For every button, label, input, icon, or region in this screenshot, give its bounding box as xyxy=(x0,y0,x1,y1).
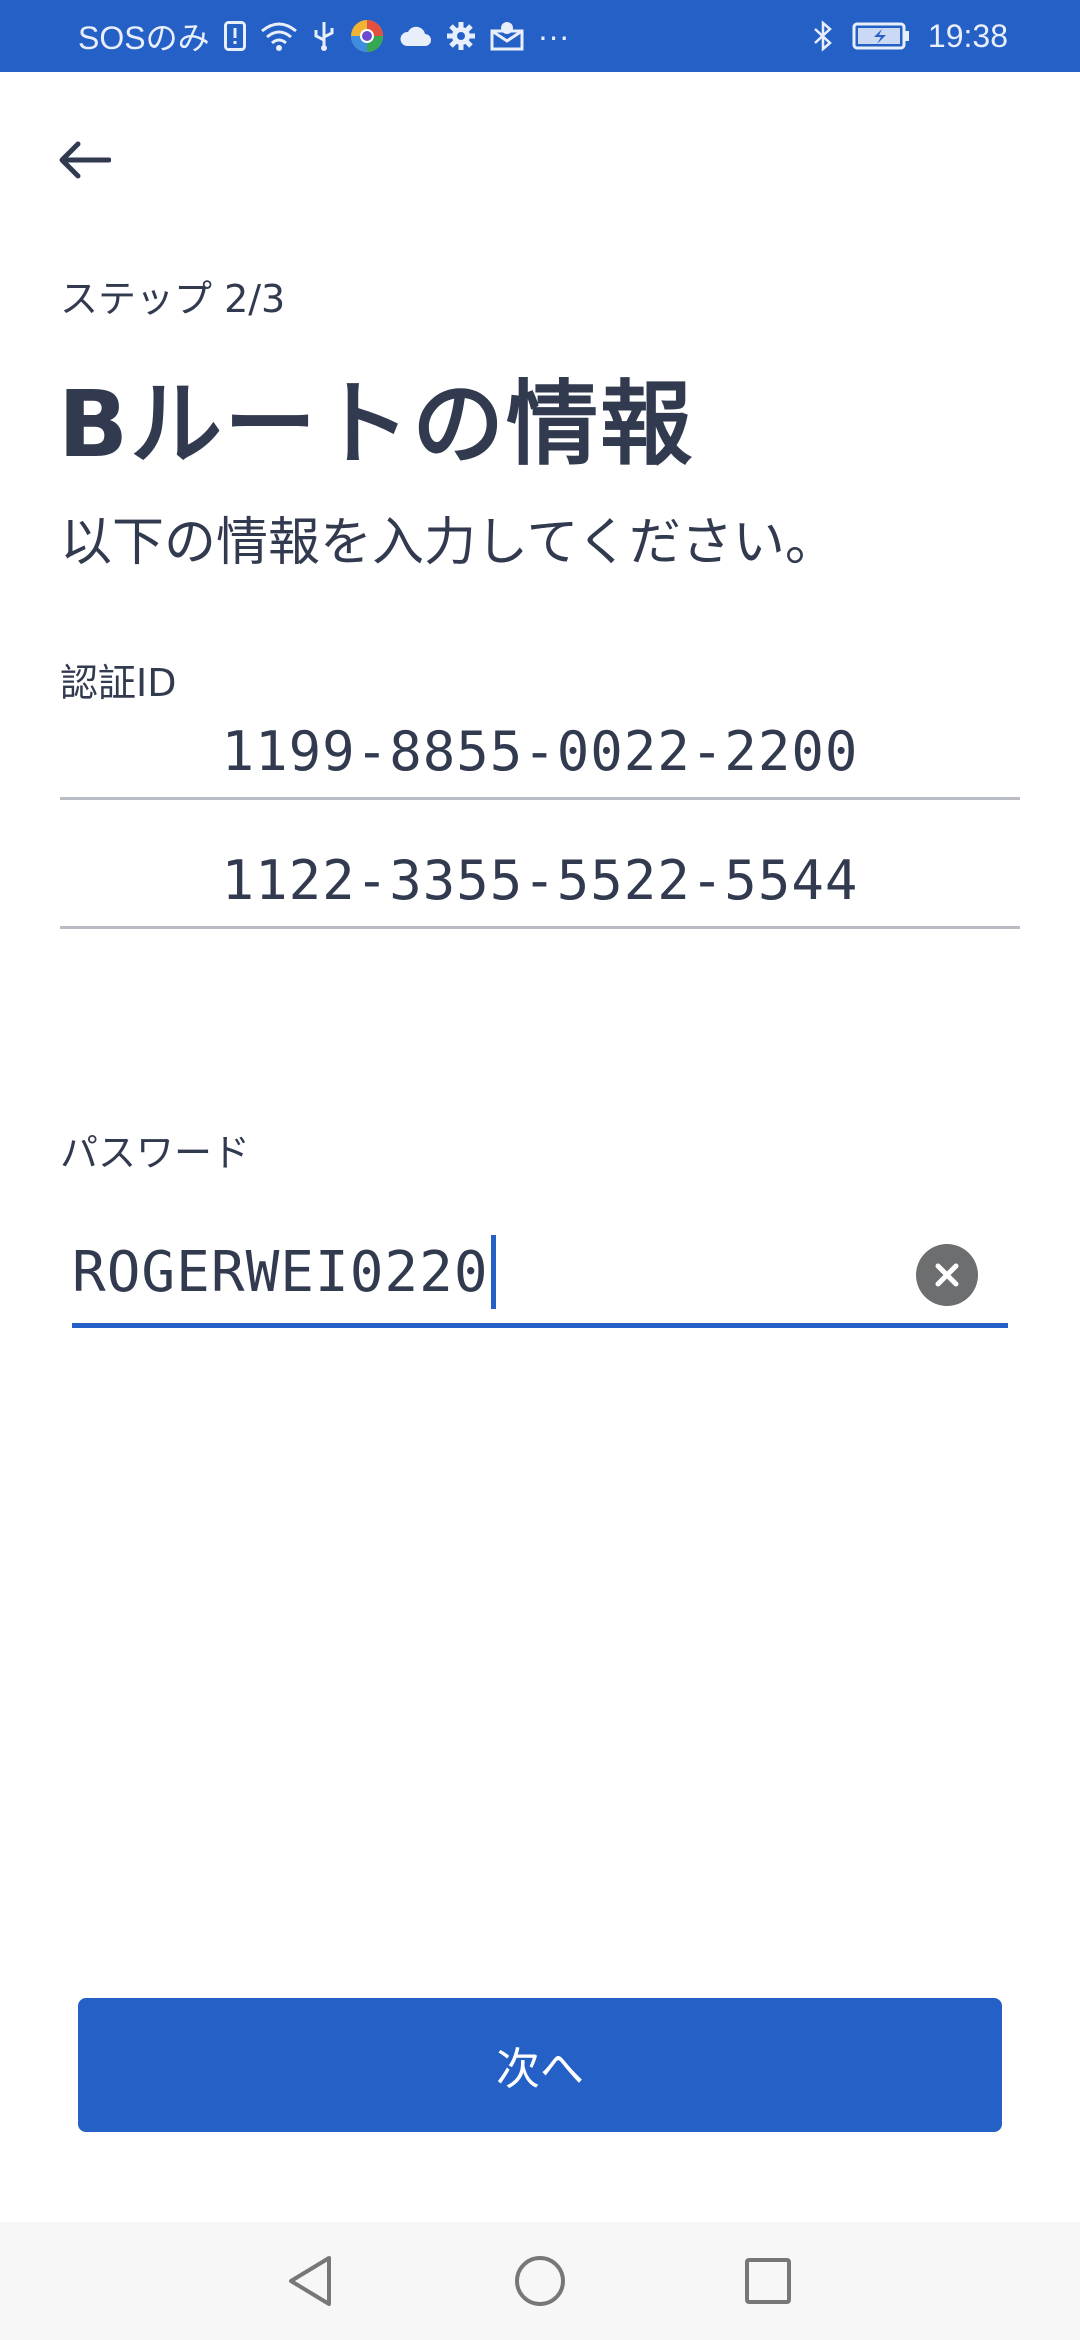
auth-id-value: 1122-3355-5522-5544 xyxy=(221,849,859,912)
auth-id-field-1[interactable]: 1199-8855-0022-2200 xyxy=(60,692,1020,800)
nav-recents-button[interactable] xyxy=(708,2222,828,2340)
system-nav-bar xyxy=(0,2222,1080,2340)
settings-gear-icon xyxy=(446,21,476,51)
arrow-left-icon xyxy=(59,141,111,179)
clock-time: 19:38 xyxy=(927,17,1008,54)
clear-password-button[interactable] xyxy=(916,1244,978,1306)
cloud-icon xyxy=(398,24,432,48)
wifi-icon xyxy=(260,21,298,51)
password-input[interactable]: ROGERWEI0220 xyxy=(72,1200,1008,1328)
status-bar-left: SOSのみ ··· xyxy=(78,0,570,72)
circle-home-icon xyxy=(515,2256,565,2306)
mail-notification-icon xyxy=(490,21,524,51)
usb-icon xyxy=(312,20,336,52)
password-value: ROGERWEI0220 xyxy=(72,1239,489,1305)
app-color-icon xyxy=(350,19,384,53)
nav-home-button[interactable] xyxy=(480,2222,600,2340)
triangle-back-icon xyxy=(289,2256,331,2306)
sim-alert-icon xyxy=(223,21,246,51)
page-title: Bルートの情報 xyxy=(58,371,695,478)
step-indicator: ステップ 2/3 xyxy=(60,277,286,321)
auth-id-field-2[interactable]: 1122-3355-5522-5544 xyxy=(60,821,1020,929)
status-bar-right: 19:38 xyxy=(812,0,1008,72)
password-value-wrap: ROGERWEI0220 xyxy=(72,1235,496,1309)
nav-back-button[interactable] xyxy=(250,2222,370,2340)
more-notifications-icon: ··· xyxy=(537,17,570,54)
square-recents-icon xyxy=(745,2258,791,2304)
status-bar: SOSのみ ··· 19:38 xyxy=(0,0,1080,72)
carrier-text: SOSのみ xyxy=(78,20,210,56)
password-label: パスワード xyxy=(60,1131,251,1175)
back-button[interactable] xyxy=(44,120,124,200)
battery-charging-icon xyxy=(852,22,910,50)
page-subtitle: 以下の情報を入力してください。 xyxy=(60,513,837,573)
bluetooth-icon xyxy=(812,20,834,52)
next-button[interactable]: 次へ xyxy=(78,1998,1002,2132)
close-icon xyxy=(935,1263,959,1287)
auth-id-value: 1199-8855-0022-2200 xyxy=(221,720,859,783)
text-caret xyxy=(490,1235,496,1309)
